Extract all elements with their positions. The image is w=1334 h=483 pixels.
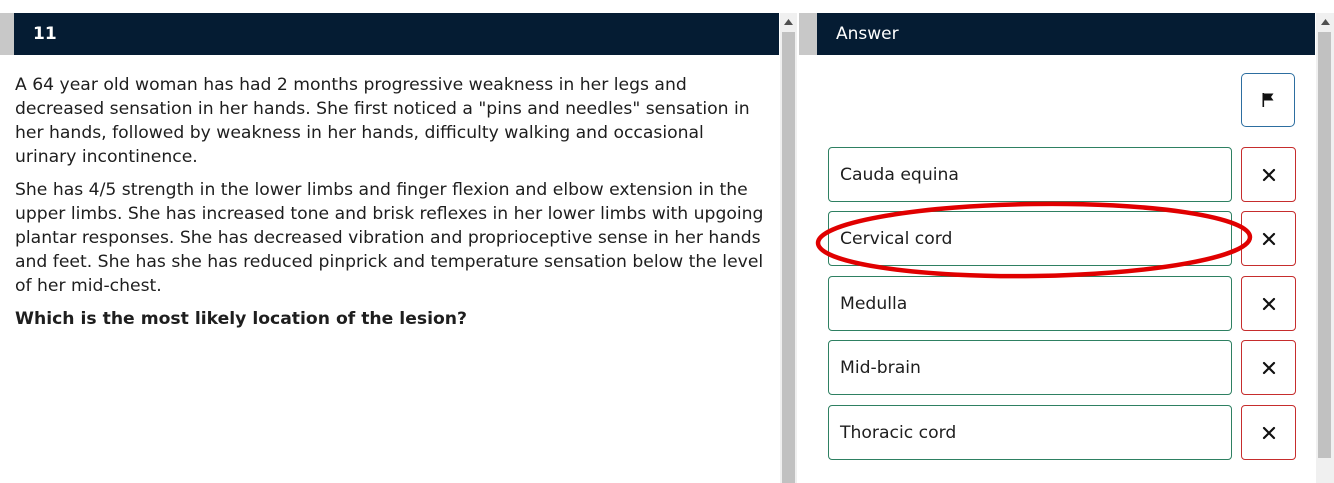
answer-title: Answer (836, 24, 899, 44)
question-header: 11 (14, 13, 779, 55)
strike-out-button[interactable] (1241, 340, 1296, 395)
answer-option-label: Cauda equina (840, 164, 959, 185)
answer-option-cauda-equina[interactable]: Cauda equina (828, 147, 1232, 202)
question-number: 11 (33, 24, 57, 44)
answer-option-cervical-cord[interactable]: Cervical cord (828, 211, 1232, 266)
close-icon (1262, 232, 1275, 245)
close-icon (1262, 426, 1275, 439)
answer-option-mid-brain[interactable]: Mid-brain (828, 340, 1232, 395)
answer-option-label: Mid-brain (840, 357, 921, 378)
answer-option-label: Cervical cord (840, 228, 953, 249)
close-icon (1262, 168, 1275, 181)
strike-out-button[interactable] (1241, 211, 1296, 266)
scroll-up-arrow-icon[interactable] (1316, 13, 1334, 30)
close-icon (1262, 297, 1275, 310)
answer-option-label: Medulla (840, 293, 908, 314)
question-paragraph: A 64 year old woman has had 2 months pro… (15, 75, 750, 167)
scroll-up-arrow-icon[interactable] (780, 13, 797, 30)
answer-scrollbar-thumb[interactable] (1318, 32, 1331, 458)
question-prompt: Which is the most likely location of the… (15, 309, 467, 329)
answer-header: Answer (817, 13, 1315, 55)
flag-icon (1262, 93, 1274, 107)
answer-option-medulla[interactable]: Medulla (828, 276, 1232, 331)
question-scrollbar-thumb[interactable] (782, 32, 795, 483)
strike-out-button[interactable] (1241, 147, 1296, 202)
answer-option-label: Thoracic cord (840, 422, 957, 443)
strike-out-button[interactable] (1241, 405, 1296, 460)
flag-button[interactable] (1241, 73, 1295, 127)
answer-header-accent (799, 13, 817, 55)
close-icon (1262, 361, 1275, 374)
answer-option-thoracic-cord[interactable]: Thoracic cord (828, 405, 1232, 460)
question-paragraph: She has 4/5 strength in the lower limbs … (15, 180, 764, 296)
exam-page: 11 A 64 year old woman has had 2 months … (0, 0, 1334, 483)
strike-out-button[interactable] (1241, 276, 1296, 331)
question-header-accent (0, 13, 14, 55)
question-body: A 64 year old woman has had 2 months pro… (15, 73, 765, 340)
